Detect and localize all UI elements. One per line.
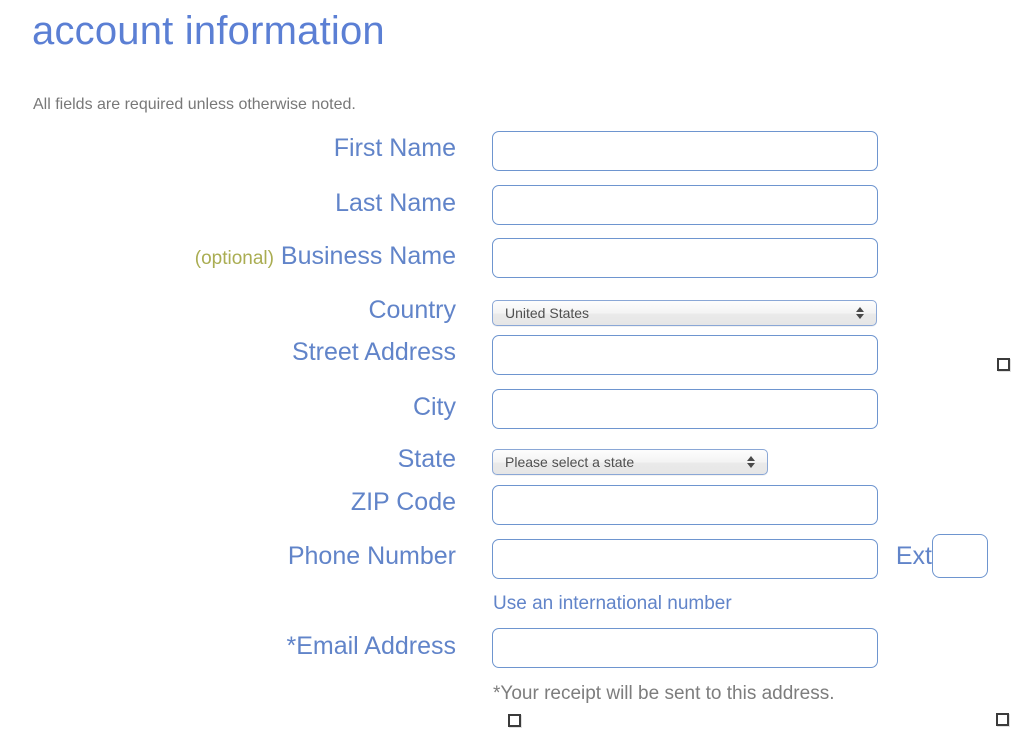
label-state: State bbox=[397, 445, 456, 473]
chevron-up-down-icon bbox=[851, 307, 869, 319]
phone-number-input[interactable] bbox=[492, 539, 878, 579]
label-country: Country bbox=[368, 296, 456, 324]
city-input[interactable] bbox=[492, 389, 878, 429]
required-fields-note: All fields are required unless otherwise… bbox=[33, 96, 356, 113]
chevron-up-down-icon bbox=[742, 456, 760, 468]
label-last-name: Last Name bbox=[335, 189, 456, 217]
label-email-address: *Email Address bbox=[36, 631, 456, 661]
label-zip-code: ZIP Code bbox=[350, 488, 456, 516]
country-select[interactable]: United States bbox=[492, 300, 877, 326]
page-title: account information bbox=[32, 9, 385, 53]
ext-input[interactable] bbox=[932, 534, 988, 578]
country-select-value: United States bbox=[505, 305, 590, 321]
resize-handle-right[interactable] bbox=[997, 358, 1010, 371]
email-address-input[interactable] bbox=[492, 628, 878, 668]
first-name-input[interactable] bbox=[492, 131, 878, 171]
optional-tag: (optional) bbox=[194, 248, 274, 269]
zip-code-input[interactable] bbox=[492, 485, 878, 525]
label-email-address-text: Email Address bbox=[296, 632, 456, 660]
label-street-address: Street Address bbox=[292, 338, 456, 366]
required-asterisk: * bbox=[286, 632, 297, 660]
label-phone-number: Phone Number bbox=[287, 542, 456, 570]
label-first-name: First Name bbox=[333, 134, 456, 162]
state-select[interactable]: Please select a state bbox=[492, 449, 768, 475]
last-name-input[interactable] bbox=[492, 185, 878, 225]
resize-handle-bottom-center[interactable] bbox=[508, 714, 521, 727]
street-address-input[interactable] bbox=[492, 335, 878, 375]
business-name-input[interactable] bbox=[492, 238, 878, 278]
label-business-name-text: Business Name bbox=[280, 242, 456, 270]
state-select-value: Please select a state bbox=[505, 454, 635, 470]
label-city: City bbox=[412, 393, 456, 421]
resize-handle-bottom-right[interactable] bbox=[996, 713, 1009, 726]
label-business-name: (optional) Business Name bbox=[36, 241, 456, 274]
account-information-page: account information All fields are requi… bbox=[0, 0, 1024, 747]
label-ext: Ext bbox=[895, 542, 932, 570]
email-receipt-note: *Your receipt will be sent to this addre… bbox=[493, 683, 835, 704]
international-number-link[interactable]: Use an international number bbox=[493, 592, 732, 616]
